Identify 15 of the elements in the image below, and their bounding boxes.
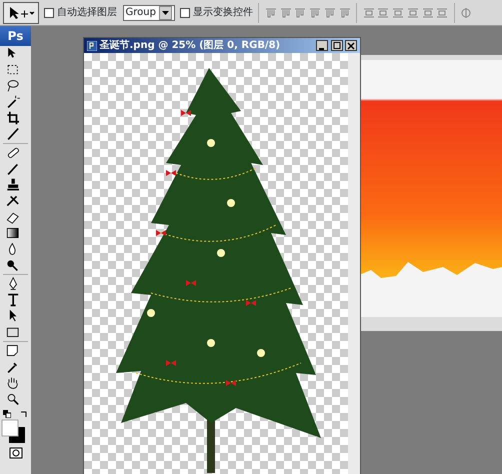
group-dropdown[interactable]: Group	[122, 4, 174, 20]
color-swatches-icon[interactable]	[0, 418, 28, 444]
show-transform-checkbox[interactable]	[180, 8, 190, 18]
auto-select-label: 自动选择图层	[57, 6, 117, 20]
document-icon	[86, 40, 97, 50]
app-logo: Ps	[0, 26, 31, 46]
swap-colors-icon[interactable]	[20, 410, 28, 418]
document-title: 圣诞节.png @ 25% (图层 0, RGB/8)	[100, 38, 282, 53]
vertical-scrollbar[interactable]	[348, 53, 360, 474]
quick-mask-icon[interactable]	[8, 446, 22, 458]
show-transform-label: 显示变换控件	[192, 6, 253, 20]
default-colors-icon[interactable]	[2, 410, 11, 418]
tool-preset-button[interactable]	[2, 2, 39, 24]
auto-select-checkbox[interactable]	[44, 8, 54, 18]
dropdown-arrow-icon[interactable]	[162, 10, 168, 14]
